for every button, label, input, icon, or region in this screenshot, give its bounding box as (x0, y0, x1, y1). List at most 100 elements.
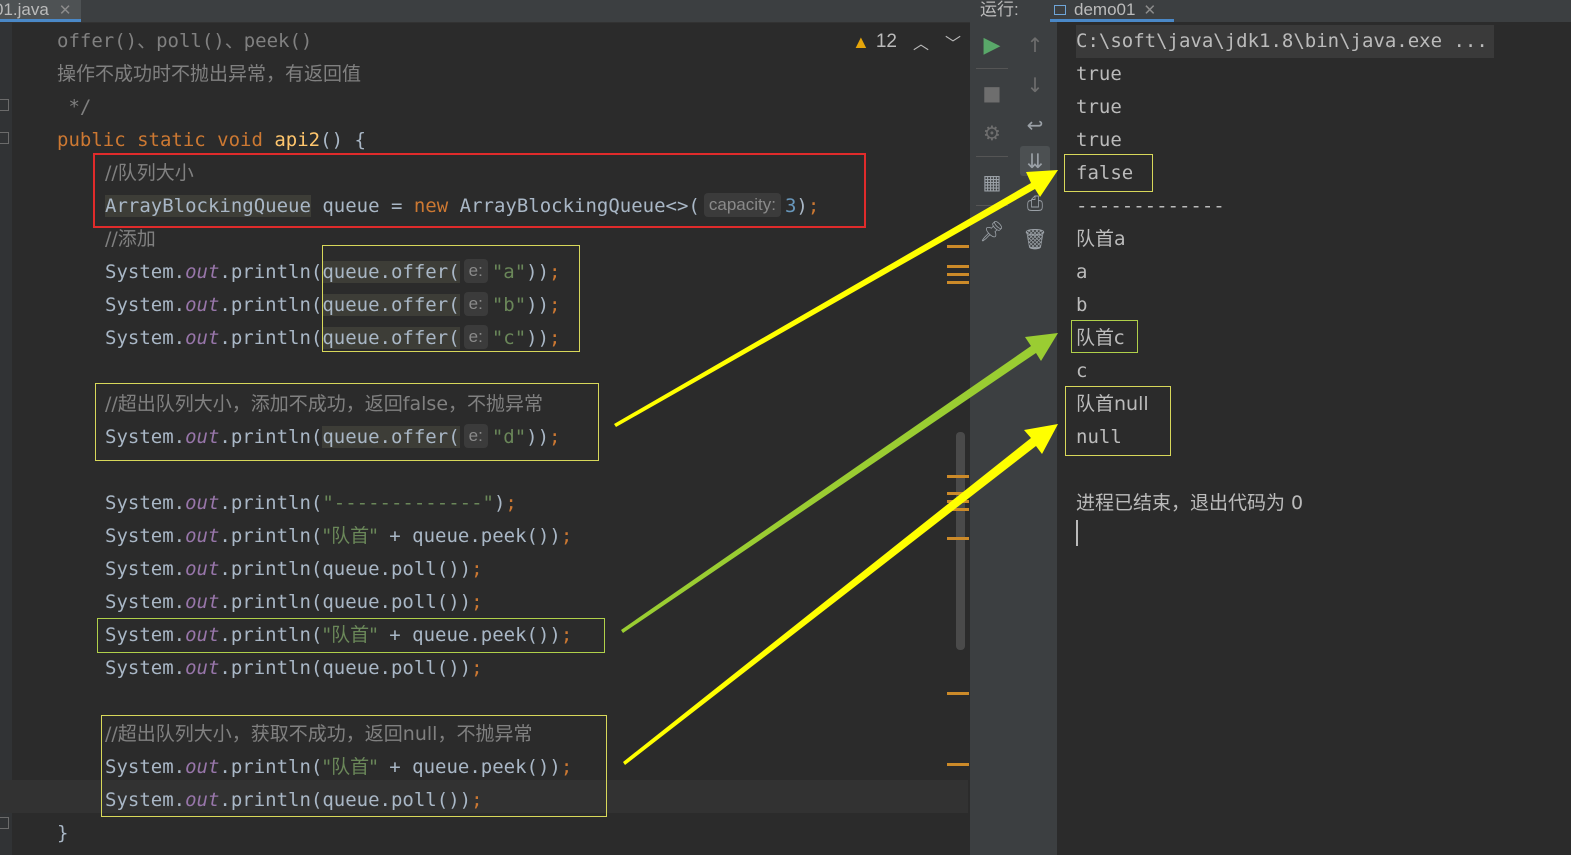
string-literal: "队首" (322, 624, 378, 646)
method-name: api2 (274, 129, 321, 151)
code-line: System.out.println("队首" + queue.peek()); (105, 619, 572, 652)
warning-marker[interactable] (947, 245, 969, 248)
code-text: .println( (219, 426, 323, 448)
layout-icon[interactable]: ▦ (977, 167, 1007, 197)
editor-tab-label: 01.java (0, 0, 49, 19)
code-text: () { (320, 129, 366, 151)
comment-text: //添加 (105, 228, 156, 250)
chevron-up-icon[interactable]: ︿ (913, 30, 929, 54)
string-literal: "a" (491, 261, 527, 283)
string-literal: "-------------" (322, 492, 494, 514)
field-name: out (185, 591, 220, 613)
code-editor[interactable]: 01.java ✕ ▲ 12 ︿ ﹀ offer()、poll()、peek()… (0, 0, 970, 855)
scroll-to-end-icon[interactable]: ⇊ (1020, 146, 1050, 176)
fold-marker-icon[interactable] (0, 817, 9, 829)
inspection-widget[interactable]: ▲ 12 ︿ ﹀ (852, 30, 961, 54)
code-text: System. (105, 756, 186, 778)
editor-tab[interactable]: 01.java ✕ (0, 0, 82, 22)
toolbar-separator (976, 68, 1008, 69)
close-icon[interactable]: ✕ (1143, 1, 1156, 19)
arrow-down-icon[interactable]: ↓ (1020, 70, 1050, 100)
editor-scrollbar[interactable] (956, 432, 965, 650)
code-line: 操作不成功时不抛出异常，有返回值 (57, 58, 361, 91)
chevron-down-icon[interactable]: ﹀ (945, 30, 961, 54)
field-name: out (185, 657, 220, 679)
code-line: //超出队列大小，添加不成功，返回false，不抛异常 (105, 388, 543, 421)
string-literal: "c" (491, 327, 527, 349)
code-line: offer()、poll()、peek() (57, 25, 312, 58)
code-line: System.out.println("队首" + queue.peek()); (105, 520, 572, 553)
semicolon: ; (549, 327, 561, 349)
warning-marker[interactable] (947, 692, 969, 695)
code-text: } (57, 822, 69, 844)
field-name: out (185, 525, 220, 547)
run-tool-window-header: 运行: demo01 ✕ (970, 0, 1571, 23)
keyword: new (413, 195, 449, 217)
trash-icon[interactable]: 🗑︎ (1020, 224, 1050, 254)
code-text: .println( (219, 294, 323, 316)
code-text: System. (105, 624, 186, 646)
code-text: System. (105, 261, 186, 283)
code-line: System.out.println("-------------"); (105, 487, 517, 520)
code-text: .println( (219, 624, 323, 646)
code-text: ArrayBlockingQueue<>( (448, 195, 700, 217)
code-text: .println( (219, 261, 323, 283)
fold-marker-icon[interactable] (0, 99, 9, 111)
code-line: System.out.println(queue.offer(e: "c")); (105, 322, 561, 355)
warning-marker[interactable] (947, 265, 969, 268)
arrow-up-icon[interactable]: ↑ (1020, 30, 1050, 60)
string-literal: "b" (491, 294, 527, 316)
string-literal: "d" (491, 426, 527, 448)
warning-marker[interactable] (947, 508, 969, 511)
fold-marker-icon[interactable] (0, 132, 9, 144)
code-text: .println( (219, 327, 323, 349)
code-text: .println( (219, 492, 323, 514)
warning-marker[interactable] (947, 500, 969, 503)
code-text: queue.poll()) (322, 591, 472, 613)
print-icon[interactable]: ⎙ (1020, 188, 1050, 218)
parameter-hint: e: (463, 325, 488, 349)
pin-icon[interactable]: 📌︎ (977, 216, 1007, 246)
code-text: + queue.peek()) (377, 624, 561, 646)
console-line: true (1076, 63, 1122, 85)
code-line: //添加 (105, 223, 156, 256)
code-text: ) (493, 492, 506, 514)
parameter-hint: capacity: (703, 193, 781, 217)
code-text: System. (105, 525, 186, 547)
warning-marker[interactable] (947, 763, 969, 766)
run-toolbar-primary: ▶ ■ ⚙ ▦ 📌︎ (970, 22, 1015, 855)
code-text: + queue.peek()) (377, 756, 561, 778)
code-line: } (57, 817, 68, 850)
console-line: false (1076, 162, 1134, 184)
code-text: .println( (219, 657, 323, 679)
close-icon[interactable]: ✕ (59, 1, 72, 19)
code-text: .println( (219, 525, 323, 547)
field-name: out (185, 426, 220, 448)
warning-marker[interactable] (947, 273, 969, 276)
soft-wrap-icon[interactable]: ↩ (1020, 110, 1050, 140)
warning-marker[interactable] (947, 537, 969, 540)
code-text: queue = (310, 195, 414, 217)
console-line: null (1076, 426, 1122, 448)
field-name: out (185, 624, 220, 646)
comment-text: */ (57, 96, 92, 118)
semicolon: ; (505, 492, 517, 514)
semicolon: ; (471, 558, 483, 580)
comment-text: //队列大小 (105, 162, 194, 184)
warning-marker[interactable] (947, 281, 969, 284)
code-text: System. (105, 327, 186, 349)
code-text: queue.poll()) (322, 789, 472, 811)
run-tab[interactable]: demo01 ✕ (1050, 0, 1175, 22)
warning-marker[interactable] (947, 492, 969, 495)
code-text: )) (526, 426, 550, 448)
code-text: System. (105, 294, 186, 316)
rerun-icon[interactable]: ⚙ (977, 118, 1007, 148)
console-line: c (1076, 360, 1088, 382)
warning-marker[interactable] (947, 475, 969, 478)
code-text: System. (105, 492, 186, 514)
field-name: out (185, 789, 220, 811)
code-text: queue.poll()) (322, 657, 472, 679)
run-icon[interactable]: ▶ (977, 30, 1007, 60)
console-output[interactable]: C:\soft\java\jdk1.8\bin\java.exe ... tru… (1058, 22, 1571, 855)
stop-icon[interactable]: ■ (977, 78, 1007, 108)
